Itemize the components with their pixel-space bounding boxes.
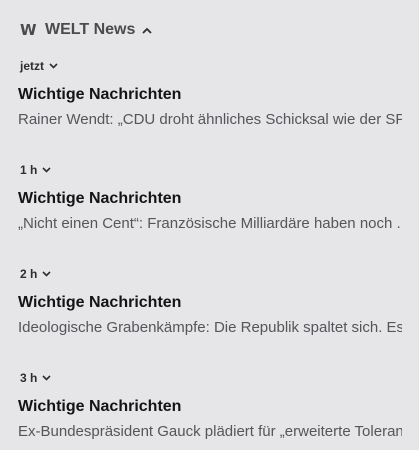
chevron-down-icon [42, 375, 51, 381]
notification-time: 1 h [20, 163, 38, 177]
chevron-down-icon [42, 167, 51, 173]
notification-time: 2 h [20, 267, 38, 281]
notification-title[interactable]: Wichtige Nachrichten [18, 398, 181, 416]
notification-time-toggle[interactable]: 1 h [20, 162, 51, 178]
welt-logo-icon: W [20, 21, 37, 39]
chevron-down-icon [49, 63, 58, 69]
notification-time: 3 h [20, 371, 38, 385]
notification-text[interactable]: Rainer Wendt: „CDU droht ähnliches Schic… [18, 111, 402, 128]
notification-text[interactable]: „Nicht einen Cent“: Französische Milliar… [18, 215, 402, 232]
notification-title[interactable]: Wichtige Nachrichten [18, 294, 181, 312]
notification-title[interactable]: Wichtige Nachrichten [18, 86, 181, 104]
notification-time: jetzt [20, 59, 44, 73]
chevron-up-icon[interactable] [142, 27, 153, 34]
app-name: WELT News [45, 21, 136, 38]
notification-text[interactable]: Ideologische Grabenkämpfe: Die Republik … [18, 319, 402, 336]
chevron-down-icon [42, 271, 51, 277]
notification-time-toggle[interactable]: 2 h [20, 266, 51, 282]
notification-time-toggle[interactable]: 3 h [20, 370, 51, 386]
app-header[interactable]: W WELT News [20, 18, 153, 42]
notification-title[interactable]: Wichtige Nachrichten [18, 190, 181, 208]
notification-time-toggle[interactable]: jetzt [20, 58, 58, 74]
notification-text[interactable]: Ex-Bundespräsident Gauck plädiert für „e… [18, 423, 402, 440]
